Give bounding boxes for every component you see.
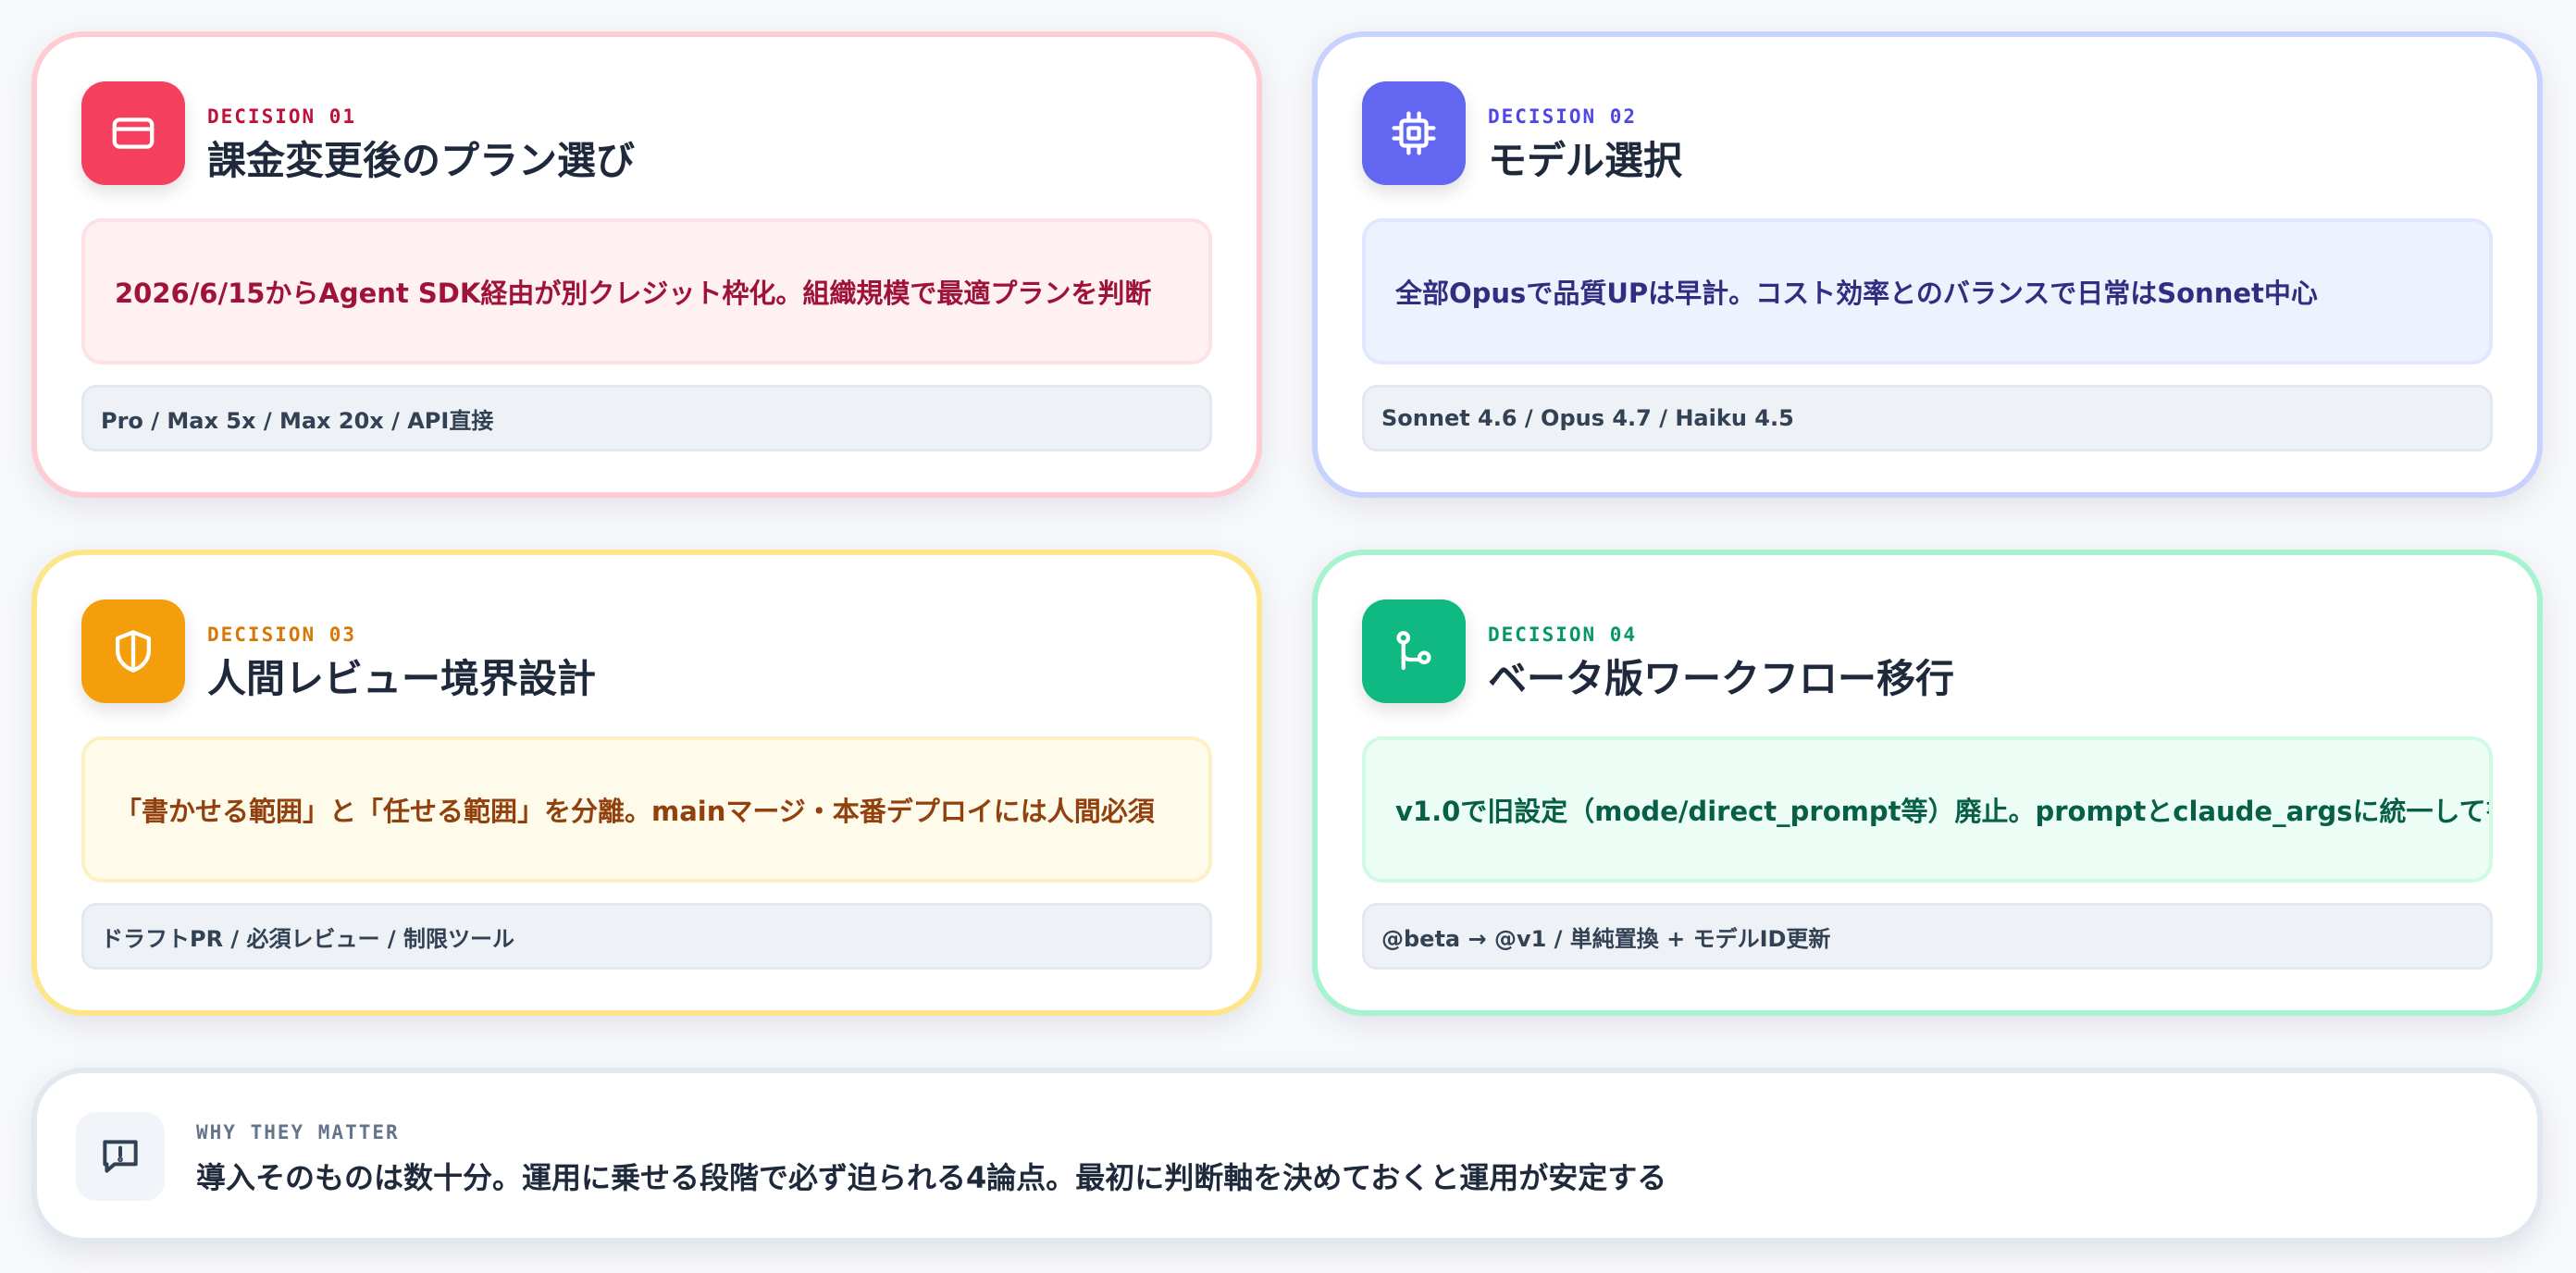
- decision-meta: ドラフトPR / 必須レビュー / 制限ツール: [81, 903, 1212, 970]
- decision-title: 人間レビュー境界設計: [207, 656, 597, 701]
- decision-title: ベータ版ワークフロー移行: [1488, 656, 1955, 701]
- decision-card-04: DECISION 04 ベータ版ワークフロー移行 v1.0で旧設定（mode/d…: [1312, 550, 2543, 1016]
- decision-description: 全部Opusで品質UPは早計。コスト効率とのバランスで日常はSonnet中心: [1362, 218, 2493, 365]
- credit-card-icon: [81, 81, 185, 185]
- decision-card-02: DECISION 02 モデル選択 全部Opusで品質UPは早計。コスト効率との…: [1312, 31, 2543, 498]
- summary-text: 導入そのものは数十分。運用に乗せる段階で必ず迫られる4論点。最初に判断軸を決めて…: [196, 1160, 1667, 1195]
- shield-icon: [81, 599, 185, 703]
- decision-tag: DECISION 02: [1488, 105, 1638, 128]
- message-alert-icon: [76, 1112, 165, 1201]
- decision-meta: Pro / Max 5x / Max 20x / API直接: [81, 385, 1212, 451]
- decision-tag: DECISION 03: [207, 624, 357, 646]
- decision-description: v1.0で旧設定（mode/direct_prompt等）廃止。promptとc…: [1362, 736, 2493, 883]
- decision-meta: Sonnet 4.6 / Opus 4.7 / Haiku 4.5: [1362, 385, 2493, 451]
- decision-card-03: DECISION 03 人間レビュー境界設計 「書かせる範囲」と「任せる範囲」を…: [31, 550, 1262, 1016]
- git-branch-icon: [1362, 599, 1466, 703]
- decision-description: 2026/6/15からAgent SDK経由が別クレジット枠化。組織規模で最適プ…: [81, 218, 1212, 365]
- decision-title: モデル選択: [1488, 138, 1683, 183]
- decision-meta: @beta → @v1 / 単純置換 + モデルID更新: [1362, 903, 2493, 970]
- decision-title: 課金変更後のプラン選び: [207, 138, 636, 183]
- decision-tag: DECISION 01: [207, 105, 357, 128]
- decision-card-01: DECISION 01 課金変更後のプラン選び 2026/6/15からAgent…: [31, 31, 1262, 498]
- decision-description: 「書かせる範囲」と「任せる範囲」を分離。mainマージ・本番デプロイには人間必須: [81, 736, 1212, 883]
- cpu-chip-icon: [1362, 81, 1466, 185]
- summary-tag: WHY THEY MATTER: [196, 1121, 400, 1143]
- summary-card: WHY THEY MATTER 導入そのものは数十分。運用に乗せる段階で必ず迫ら…: [31, 1068, 2543, 1243]
- decision-tag: DECISION 04: [1488, 624, 1638, 646]
